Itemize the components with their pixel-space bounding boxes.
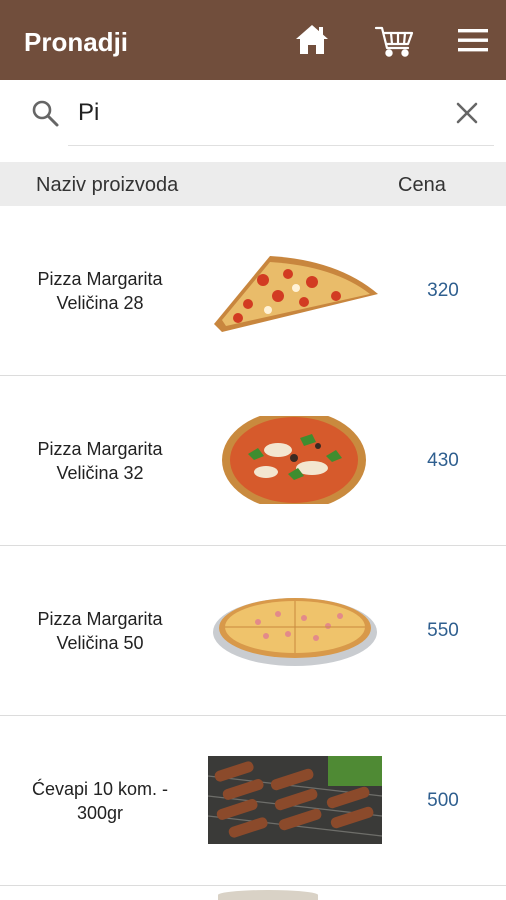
product-name: Pizza Margarita Veličina 32 [37, 438, 163, 483]
search-underline [68, 145, 494, 146]
next-product-image-partial [218, 890, 318, 900]
table-row[interactable]: Pizza Margarita Veličina 32 430 [0, 376, 506, 546]
table-row[interactable]: Pizza Margarita Veličina 50 550 [0, 546, 506, 716]
cart-icon[interactable] [374, 20, 414, 60]
close-icon[interactable] [452, 98, 482, 128]
app-bar: Pronadji [0, 0, 506, 80]
product-price: 500 [427, 789, 459, 811]
table-header: Naziv proizvoda Cena [0, 162, 506, 206]
table-row[interactable]: Ćevapi 10 kom. - 300gr 500 [0, 716, 506, 886]
product-list: Pizza Margarita Veličina 28 320 Pizza Ma… [0, 206, 506, 886]
column-header-name: Naziv proizvoda [36, 174, 179, 196]
home-icon[interactable] [292, 20, 332, 60]
menu-icon[interactable] [454, 20, 494, 60]
product-image-cevapi [208, 756, 382, 844]
page-title: Pronadji [24, 27, 129, 57]
search-input[interactable] [78, 96, 438, 130]
product-price: 550 [427, 619, 459, 641]
product-image-pizza-whole [208, 416, 382, 504]
product-name: Pizza Margarita Veličina 50 [37, 608, 163, 653]
table-row[interactable]: Pizza Margarita Veličina 28 320 [0, 206, 506, 376]
search-icon [30, 98, 60, 128]
product-image-pizza-tray [208, 586, 382, 674]
column-header-price: Cena [398, 174, 446, 196]
product-name: Ćevapi 10 kom. - 300gr [31, 778, 169, 823]
product-price: 430 [427, 449, 459, 471]
product-price: 320 [427, 279, 459, 301]
product-image-pizza-slice [208, 246, 382, 334]
product-name: Pizza Margarita Veličina 28 [37, 268, 163, 313]
